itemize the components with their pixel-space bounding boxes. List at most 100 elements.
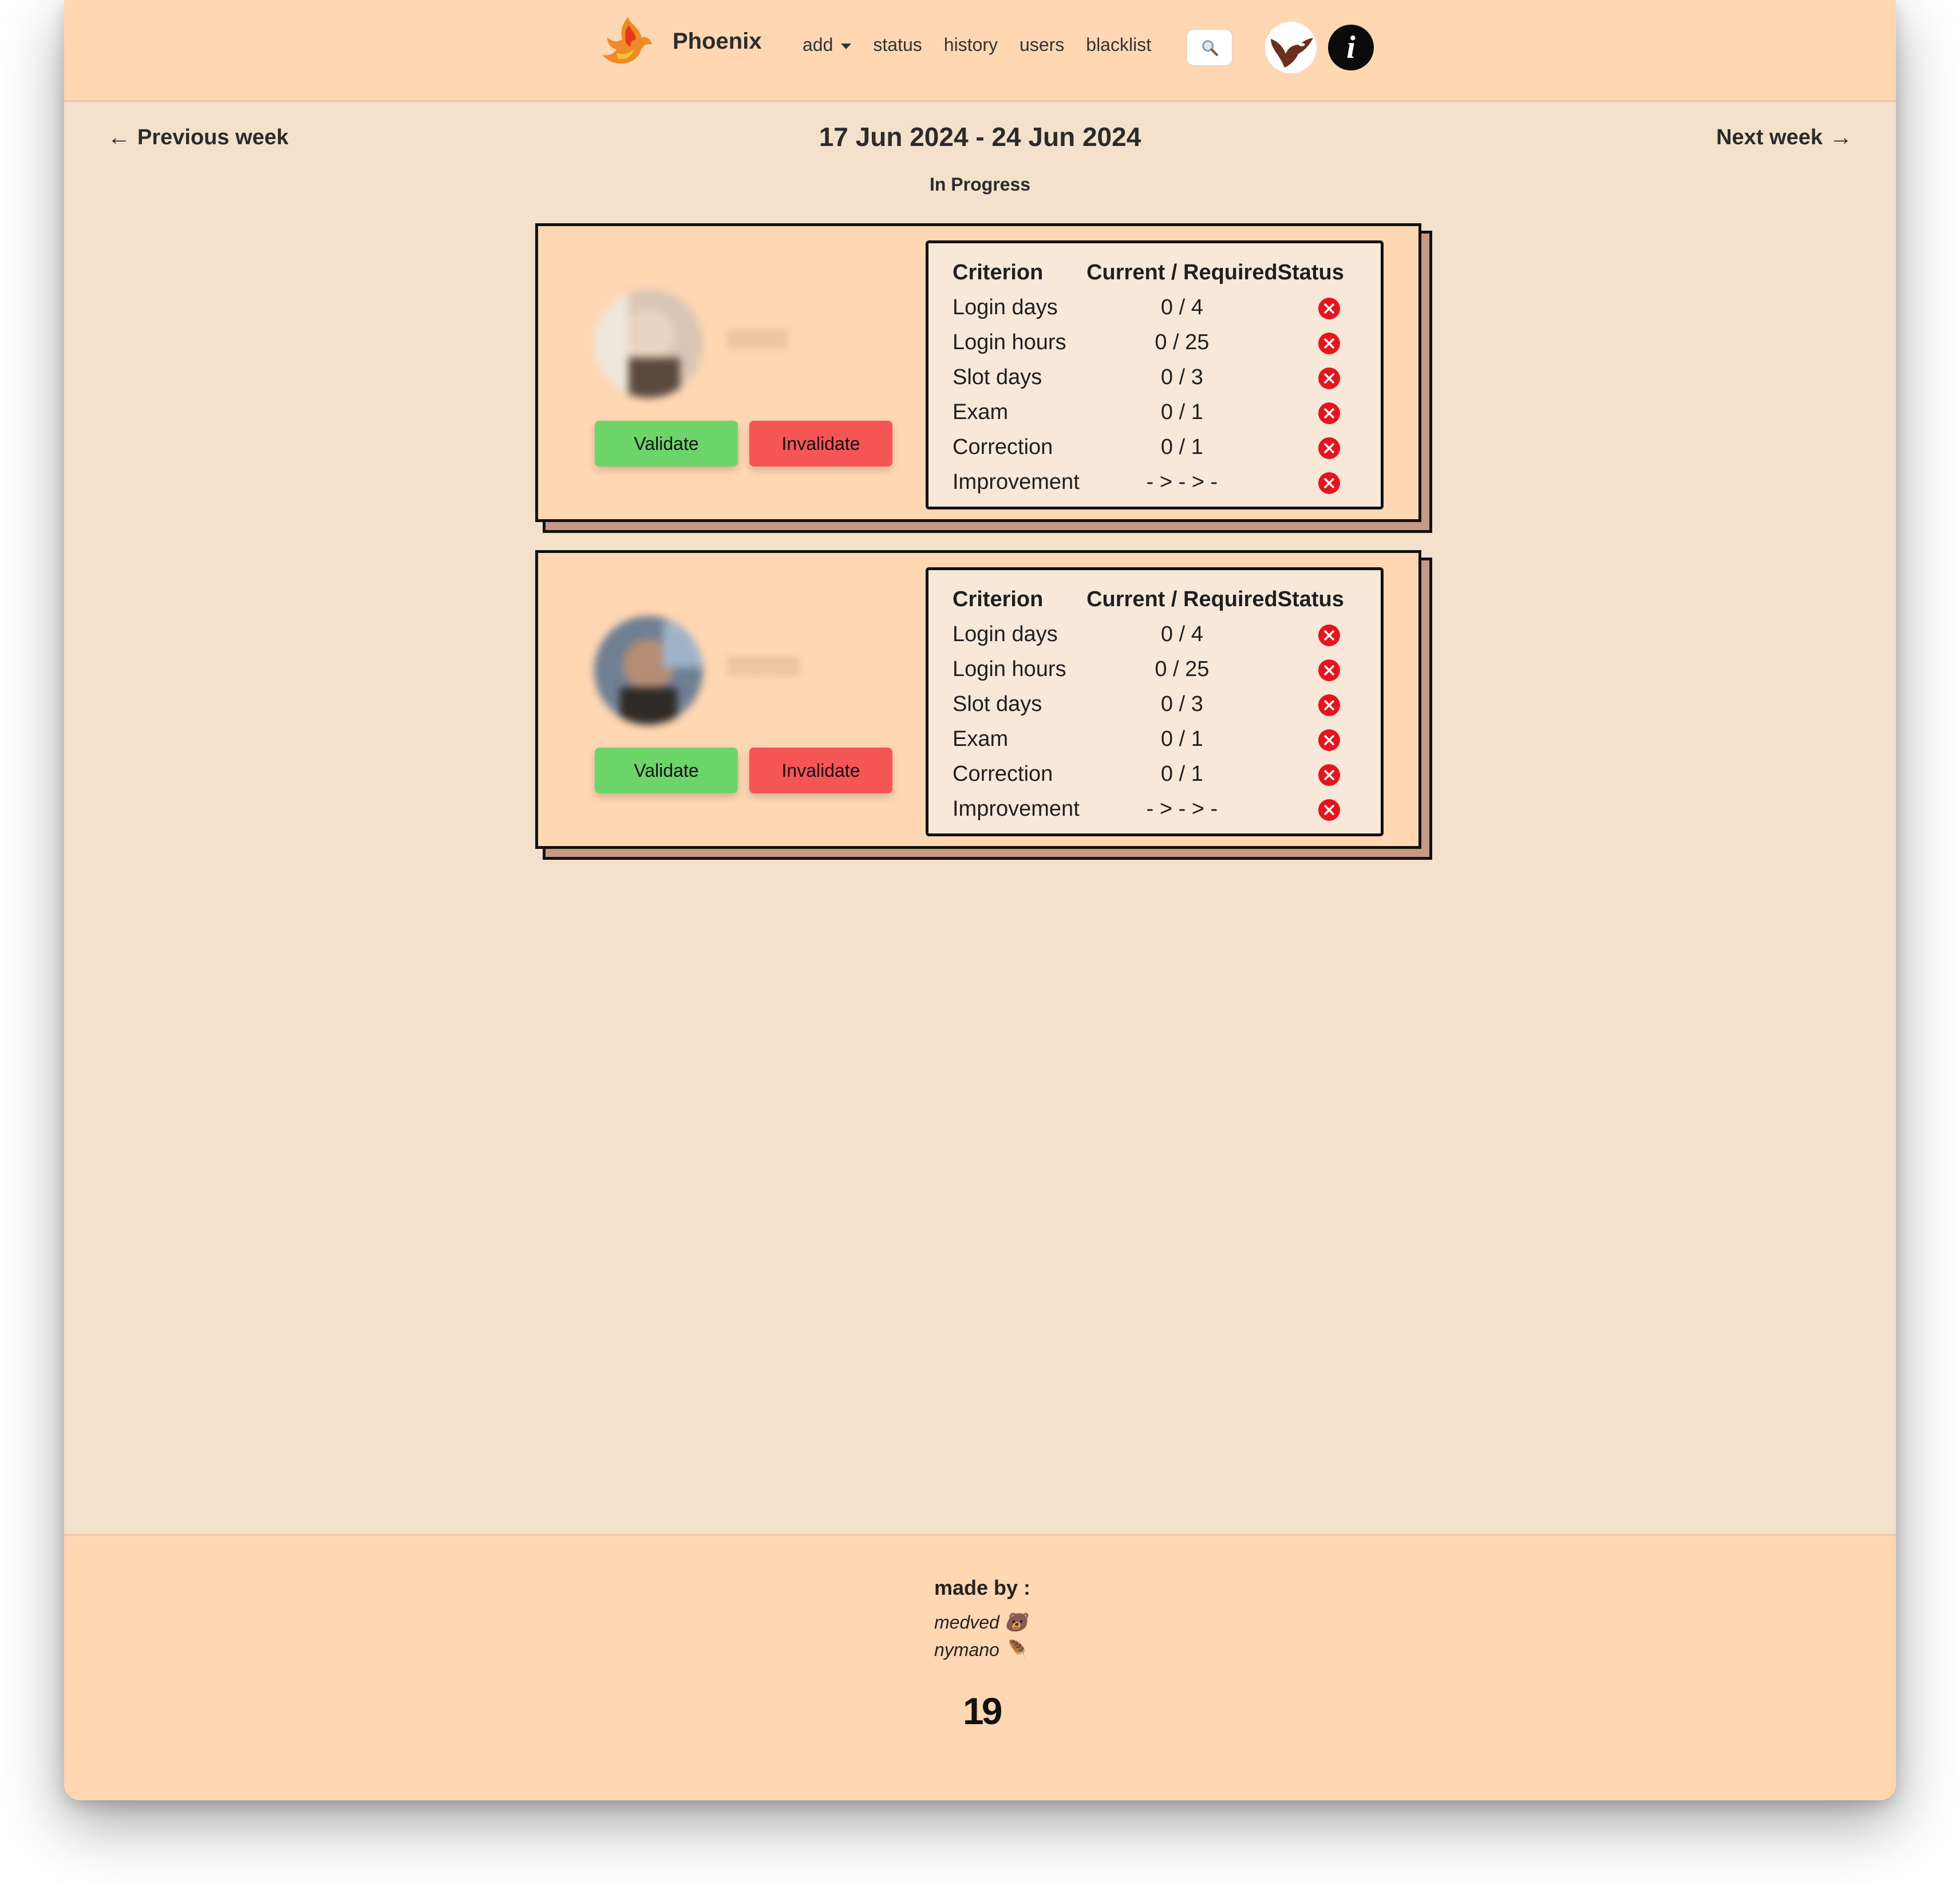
fail-x-icon [1318, 729, 1340, 751]
next-week-link[interactable]: Next week → [1716, 125, 1859, 151]
criterion-header: Criterion [953, 260, 1044, 284]
criterion-name: Login days [953, 295, 1058, 319]
info-button[interactable]: i [1328, 25, 1374, 70]
criteria-panel: Criterion Current / Required Status Logi… [926, 240, 1384, 509]
week-status: In Progress [929, 174, 1031, 195]
criteria-row: Exam 0 / 1 [953, 722, 1381, 757]
criterion-value: 0 / 3 [1160, 365, 1203, 389]
avatar [594, 616, 703, 725]
info-icon: i [1346, 30, 1356, 65]
status-cell [1278, 652, 1381, 687]
criterion-name: Slot days [953, 692, 1042, 716]
status-cell [1278, 360, 1381, 395]
search-icon [1202, 40, 1218, 56]
phoenix-logo-icon [603, 17, 652, 64]
fail-x-icon [1318, 402, 1340, 424]
nav-add-label: add [803, 34, 833, 55]
criterion-name: Improvement [953, 470, 1080, 494]
criterion-header: Criterion [953, 587, 1044, 611]
criteria-row: Slot days 0 / 3 [953, 360, 1381, 395]
status-header: Status [1277, 260, 1344, 284]
username-blurred: ▒▒▒▒▒▒ [727, 656, 800, 675]
criterion-name: Slot days [953, 365, 1042, 389]
nav-blacklist[interactable]: blacklist [1086, 34, 1151, 56]
made-by-label: made by : [934, 1576, 1031, 1599]
username-blurred: ▒▒▒▒▒ [727, 329, 788, 348]
status-cell [1278, 757, 1381, 792]
criterion-name: Login hours [953, 330, 1066, 354]
status-cell [1278, 325, 1381, 360]
nav-history[interactable]: history [944, 34, 998, 56]
criterion-value: 0 / 1 [1160, 762, 1203, 786]
criteria-table: Criterion Current / Required Status Logi… [953, 582, 1381, 827]
student-card: ▒▒▒▒▒ Validate Invalidate Criterion Curr… [535, 223, 1421, 522]
nav-menu: add status history users blacklist [803, 34, 1173, 56]
criterion-name: Exam [953, 727, 1009, 751]
footer: made by : medved 🐻 nymano 🪶 19 [64, 1534, 1896, 1800]
fail-x-icon [1318, 332, 1340, 354]
search-button[interactable] [1186, 29, 1233, 66]
status-cell [1278, 722, 1381, 757]
status-cell [1278, 290, 1381, 325]
criteria-row: Login days 0 / 4 [953, 290, 1381, 325]
validate-button[interactable]: Validate [595, 748, 738, 793]
current-required-header: Current / Required [1086, 587, 1278, 611]
feather-icon: 🪶 [1004, 1639, 1028, 1660]
criteria-row: Login days 0 / 4 [953, 617, 1381, 652]
student-card: ▒▒▒▒▒▒ Validate Invalidate Criterion Cur… [535, 550, 1421, 849]
criterion-value: 0 / 1 [1160, 435, 1203, 459]
validate-button[interactable]: Validate [595, 421, 738, 467]
criteria-row: Improvement - > - > - [953, 465, 1381, 500]
criterion-name: Login hours [953, 657, 1066, 681]
author-name: medved [934, 1612, 999, 1633]
fail-x-icon [1318, 764, 1340, 786]
criteria-table: Criterion Current / Required Status Logi… [953, 255, 1381, 500]
author-name: nymano [934, 1639, 999, 1660]
criteria-row: Slot days 0 / 3 [953, 687, 1381, 722]
author-link-medved[interactable]: medved 🐻 [934, 1611, 1028, 1633]
criteria-panel: Criterion Current / Required Status Logi… [926, 567, 1384, 836]
status-cell [1278, 687, 1381, 722]
brand-name: Phoenix [673, 28, 762, 54]
status-cell [1278, 792, 1381, 827]
status-cell [1278, 465, 1381, 500]
criteria-row: Correction 0 / 1 [953, 757, 1381, 792]
criterion-value: 0 / 1 [1160, 727, 1203, 751]
criterion-value: 0 / 25 [1155, 330, 1210, 354]
nav-status[interactable]: status [873, 34, 922, 56]
criteria-header-row: Criterion Current / Required Status [953, 582, 1381, 617]
profile-button[interactable] [1265, 22, 1317, 73]
school-logo: 19 [963, 1690, 1002, 1732]
criterion-name: Correction [953, 435, 1053, 459]
criterion-value: - > - > - [1146, 470, 1218, 494]
status-cell [1278, 617, 1381, 652]
avatar [594, 289, 703, 398]
fail-x-icon [1318, 694, 1340, 716]
status-cell [1278, 430, 1381, 465]
nav-add-dropdown[interactable]: add [803, 34, 852, 56]
status-header: Status [1277, 587, 1344, 611]
fail-x-icon [1318, 437, 1340, 459]
criterion-value: 0 / 25 [1155, 657, 1210, 681]
brand[interactable]: Phoenix [599, 13, 762, 70]
current-required-header: Current / Required [1086, 260, 1278, 284]
bird-avatar-icon [1265, 22, 1317, 73]
navbar: Phoenix add status history users blackli… [64, 0, 1896, 102]
criteria-row: Login hours 0 / 25 [953, 325, 1381, 360]
criterion-value: 0 / 4 [1160, 295, 1203, 319]
criteria-row: Login hours 0 / 25 [953, 652, 1381, 687]
fail-x-icon [1318, 472, 1340, 494]
criterion-name: Improvement [953, 797, 1080, 821]
criterion-value: 0 / 1 [1160, 400, 1203, 424]
fail-x-icon [1318, 367, 1340, 389]
criterion-value: - > - > - [1146, 797, 1218, 821]
criterion-name: Exam [953, 400, 1009, 424]
status-cell [1278, 395, 1381, 430]
nav-users[interactable]: users [1019, 34, 1064, 56]
week-range-title: 17 Jun 2024 - 24 Jun 2024 [819, 122, 1141, 152]
invalidate-button[interactable]: Invalidate [749, 421, 892, 467]
bear-icon: 🐻 [1004, 1612, 1028, 1633]
invalidate-button[interactable]: Invalidate [749, 748, 892, 793]
next-week-label: Next week [1716, 125, 1823, 149]
author-link-nymano[interactable]: nymano 🪶 [934, 1639, 1028, 1661]
